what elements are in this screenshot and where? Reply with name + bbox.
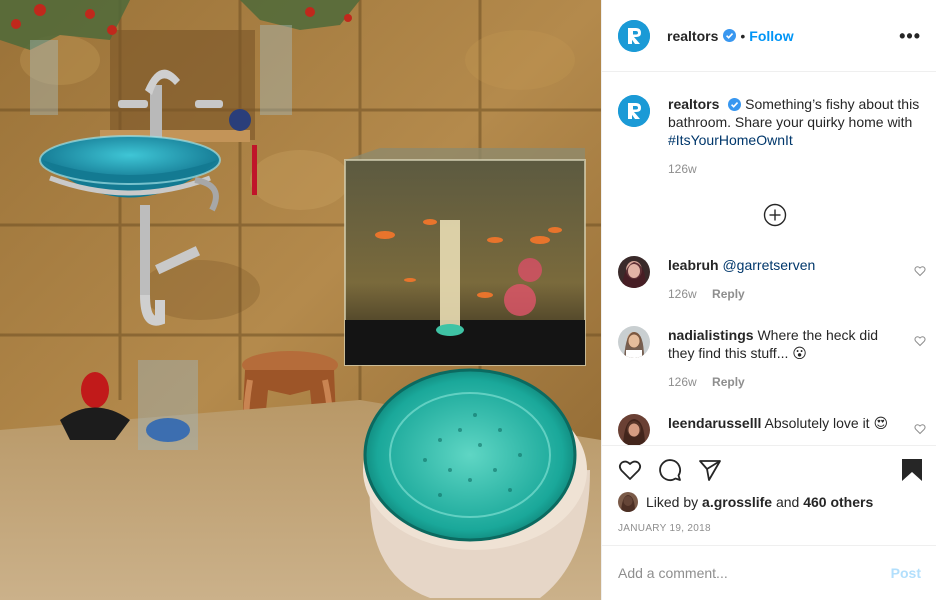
post-header: realtors • Follow ••• bbox=[602, 0, 936, 72]
comment-emoji: 😍 bbox=[873, 415, 889, 431]
likes-prefix: Liked by bbox=[646, 494, 699, 510]
heart-outline-icon[interactable] bbox=[618, 458, 642, 482]
avatar-photo bbox=[618, 414, 650, 445]
comment-like-icon[interactable] bbox=[914, 423, 926, 435]
post-caption: realtors Something’s fishy about this ba… bbox=[618, 95, 923, 178]
comments-section: realtors Something’s fishy about this ba… bbox=[602, 73, 936, 445]
comment-age[interactable]: 126w bbox=[668, 375, 697, 389]
bathroom-photo bbox=[0, 0, 601, 600]
realtors-logo-icon bbox=[618, 95, 650, 127]
comment-like-icon[interactable] bbox=[914, 335, 926, 347]
more-options-button[interactable]: ••• bbox=[899, 26, 921, 46]
comment-body: leabruh @garretserven 126w Reply bbox=[668, 256, 898, 303]
likes-count[interactable]: 460 others bbox=[803, 494, 873, 510]
instagram-post: realtors • Follow ••• realtors Something… bbox=[0, 0, 936, 600]
comment-body: nadialistings Where the heck did they fi… bbox=[668, 326, 898, 391]
realtors-logo-icon bbox=[618, 19, 650, 52]
paper-plane-icon[interactable] bbox=[698, 458, 722, 482]
comment-text: Absolutely love it bbox=[764, 415, 870, 431]
comment-item: nadialistings Where the heck did they fi… bbox=[618, 326, 928, 391]
comment-input[interactable] bbox=[618, 565, 891, 581]
caption-meta: 126w bbox=[668, 160, 923, 178]
caption-body: realtors Something’s fishy about this ba… bbox=[668, 95, 923, 178]
comment-username[interactable]: leendarusselll bbox=[668, 415, 761, 431]
comment-body: leendarusselll Absolutely love it 😍 bbox=[668, 414, 898, 445]
comment-item: leendarusselll Absolutely love it 😍 bbox=[618, 414, 928, 445]
avatar-photo bbox=[618, 492, 638, 512]
speech-bubble-icon[interactable] bbox=[658, 458, 682, 482]
comment-emoji: 😮 bbox=[792, 345, 807, 361]
reply-button[interactable]: Reply bbox=[712, 287, 745, 301]
verified-badge-icon bbox=[723, 29, 737, 42]
post-photo[interactable] bbox=[0, 0, 601, 600]
comment-username[interactable]: leabruh bbox=[668, 257, 719, 273]
commenter-avatar[interactable] bbox=[618, 326, 650, 358]
avatar-photo bbox=[618, 326, 650, 358]
post-comment-button[interactable]: Post bbox=[891, 565, 921, 581]
commenter-avatar[interactable] bbox=[618, 256, 650, 288]
caption-avatar[interactable] bbox=[618, 95, 650, 127]
likes-conjunction: and bbox=[775, 494, 800, 510]
comment-age[interactable]: 126w bbox=[668, 287, 697, 301]
caption-hashtag[interactable]: #ItsYourHomeOwnIt bbox=[668, 132, 793, 148]
verified-badge-icon bbox=[728, 98, 742, 111]
comment-like-icon[interactable] bbox=[914, 265, 926, 277]
comment-username[interactable]: nadialistings bbox=[668, 327, 754, 343]
caption-age[interactable]: 126w bbox=[668, 162, 697, 176]
comment-meta: 126w Reply bbox=[668, 373, 898, 391]
post-sidebar: realtors • Follow ••• realtors Something… bbox=[601, 0, 936, 600]
plus-circle-icon[interactable] bbox=[763, 203, 787, 227]
reply-button[interactable]: Reply bbox=[712, 375, 745, 389]
comment-mention[interactable]: @garretserven bbox=[722, 257, 815, 273]
liker-avatar[interactable] bbox=[618, 492, 638, 512]
action-icon-row bbox=[618, 458, 923, 484]
post-actions: Liked by a.grosslife and 460 others JANU… bbox=[602, 445, 936, 545]
add-comment-bar: Post bbox=[602, 545, 936, 600]
bookmark-filled-icon[interactable] bbox=[900, 458, 924, 482]
caption-username[interactable]: realtors bbox=[668, 96, 719, 112]
header-username[interactable]: realtors bbox=[667, 28, 718, 44]
likes-line: Liked by a.grosslife and 460 others bbox=[618, 492, 873, 512]
realtors-avatar[interactable] bbox=[618, 19, 650, 52]
commenter-avatar[interactable] bbox=[618, 414, 650, 445]
liker-username[interactable]: a.grosslife bbox=[702, 494, 772, 510]
header-separator: • bbox=[740, 27, 746, 44]
post-date[interactable]: JANUARY 19, 2018 bbox=[618, 523, 711, 534]
avatar-photo bbox=[618, 256, 650, 288]
comment-item: leabruh @garretserven 126w Reply bbox=[618, 256, 928, 303]
follow-button[interactable]: Follow bbox=[749, 28, 793, 44]
comment-meta: 126w Reply bbox=[668, 285, 898, 303]
